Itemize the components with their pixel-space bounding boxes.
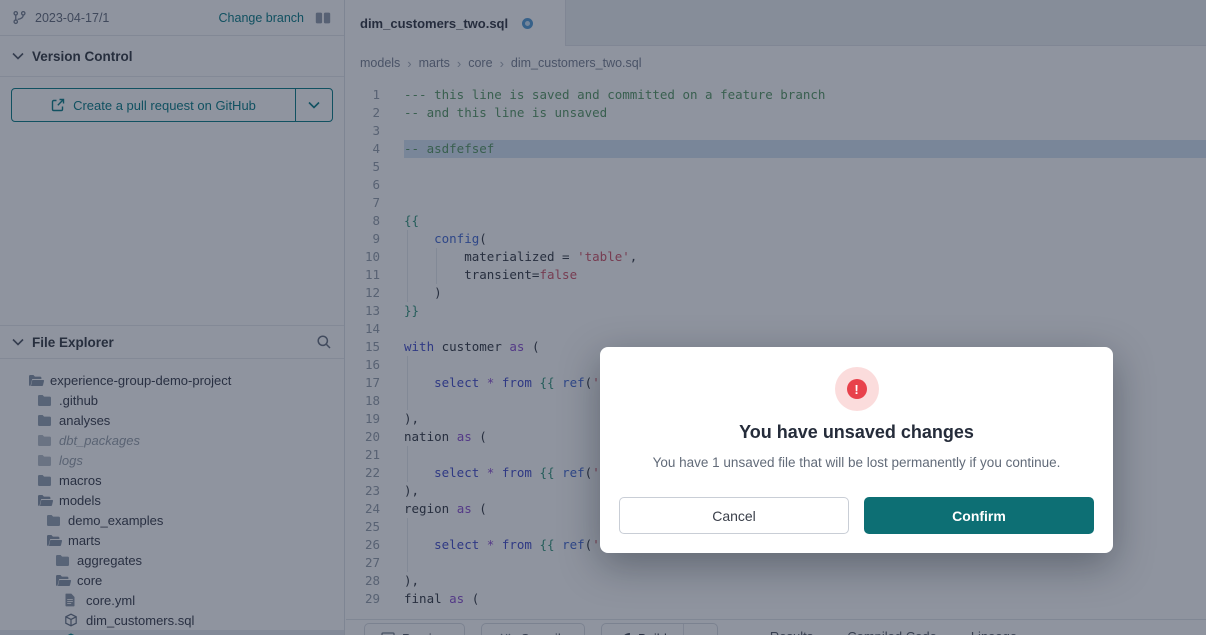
dbt-ide-window: 2023-04-17/1 Change branch Version Contr… <box>0 0 1206 635</box>
dialog-title: You have unsaved changes <box>600 422 1113 443</box>
dialog-message: You have 1 unsaved file that will be los… <box>600 455 1113 470</box>
unsaved-changes-dialog: ! You have unsaved changes You have 1 un… <box>600 347 1113 553</box>
error-icon: ! <box>835 367 879 411</box>
confirm-button[interactable]: Confirm <box>864 497 1094 534</box>
cancel-button[interactable]: Cancel <box>619 497 849 534</box>
